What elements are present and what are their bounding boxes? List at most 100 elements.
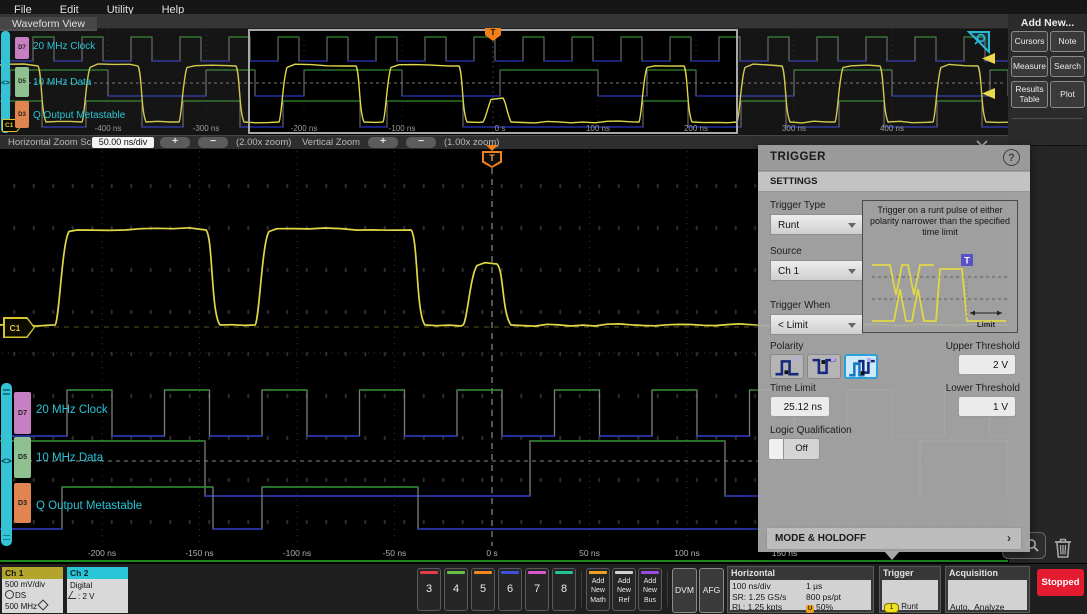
horizontal-value: SR: 1.25 GS/s — [732, 591, 787, 602]
overview-group-handle[interactable]: <> — [0, 78, 11, 87]
upper-threshold-field[interactable]: 2 V — [958, 354, 1016, 375]
zoom-overlay-icon[interactable] — [966, 29, 992, 55]
trash-icon[interactable] — [1050, 535, 1076, 561]
main-channel-badge-d5[interactable]: D5 — [14, 437, 31, 478]
channel-color-stripe — [501, 571, 519, 574]
logic-qualification-value: Off — [784, 438, 820, 460]
lower-threshold-label: Lower Threshold — [945, 383, 1020, 394]
trigger-type-dropdown[interactable]: Runt — [770, 214, 863, 235]
trigger-when-value: < Limit — [778, 320, 808, 331]
overview-time-axis-label: 0 s — [494, 124, 506, 133]
help-icon[interactable]: ? — [1003, 149, 1020, 166]
trigger-panel-title: TRIGGER — [770, 151, 826, 163]
add-new-results-table-button[interactable]: Results Table — [1011, 81, 1048, 108]
main-channel-badge-d3[interactable]: D3 — [14, 483, 31, 523]
source-dropdown[interactable]: Ch 1 — [770, 260, 863, 281]
runt-diagram-icon: T Limit — [872, 254, 1008, 329]
logic-qualification-toggle[interactable]: Off — [768, 438, 820, 460]
channel-color-stripe — [474, 571, 492, 574]
lower-threshold-field[interactable]: 1 V — [958, 396, 1016, 417]
overview-zoom-box[interactable] — [248, 29, 738, 134]
add-new-ref-button[interactable]: Add New Ref — [612, 568, 636, 611]
add-color-stripe — [641, 571, 659, 574]
overview-channel-label-d5[interactable]: 10 MHz Data — [33, 77, 91, 88]
ch2-mode: Digital — [70, 581, 93, 590]
main-channel-label-d5[interactable]: 10 MHz Data — [36, 452, 103, 464]
settings-tab-label: SETTINGS — [770, 176, 818, 187]
add-new-search-button[interactable]: Search — [1050, 56, 1085, 77]
horizontal-value: 100 ns/div — [732, 581, 771, 591]
overview-channel-label-d7[interactable]: 20 MHz Clock — [33, 41, 95, 52]
expansion-point-icon: U — [806, 605, 814, 613]
main-group-handle[interactable]: <> — [0, 456, 13, 466]
main-channel-label-d7[interactable]: 20 MHz Clock — [36, 404, 108, 416]
add-new-bus-button[interactable]: Add New Bus — [638, 568, 662, 611]
add-new-note-button[interactable]: Note — [1050, 31, 1085, 52]
main-time-axis-label: 50 ns — [579, 548, 600, 558]
channel-color-stripe — [420, 571, 438, 574]
overview-channel-badge-d5[interactable]: D5 — [15, 67, 29, 97]
channel-button-4[interactable]: 4 — [444, 568, 468, 611]
ch2-status-box[interactable]: Ch 2 Digital : 2 V — [67, 567, 128, 613]
trigger-title: Trigger — [883, 568, 914, 578]
main-time-axis-label: 150 ns — [771, 548, 798, 558]
overview-channel-badge-d3[interactable]: D3 — [15, 101, 29, 128]
mode-holdoff-section[interactable]: MODE & HOLDOFF › — [766, 527, 1022, 550]
main-time-axis-label: -100 ns — [282, 548, 312, 558]
add-new-math-button[interactable]: Add New Math — [586, 568, 610, 611]
afg-button[interactable]: AFG — [699, 568, 724, 613]
h-zoom-in-button[interactable]: + — [160, 137, 190, 148]
channel-color-stripe — [555, 571, 573, 574]
time-limit-label: Time Limit — [770, 383, 816, 394]
horizontal-status-box[interactable]: Horizontal 100 ns/div 1 µs SR: 1.25 GS/s 80… — [727, 566, 874, 613]
time-limit-field[interactable]: 25.12 ns — [770, 396, 830, 417]
overview-channel-badge-d7[interactable]: D7 — [15, 37, 29, 59]
ch2-title: Ch 2 — [67, 567, 128, 579]
v-zoom-out-button[interactable]: − — [406, 137, 436, 148]
polarity-positive-button[interactable] — [770, 354, 804, 379]
channel-button-8[interactable]: 8 — [552, 568, 576, 611]
main-channel-badge-d7[interactable]: D7 — [14, 392, 31, 434]
main-trigger-marker[interactable]: T — [481, 145, 503, 169]
stopped-badge[interactable]: Stopped — [1037, 569, 1084, 596]
channel-button-5[interactable]: 5 — [471, 568, 495, 611]
channel-number: 5 — [479, 583, 487, 595]
polarity-negative-button[interactable] — [807, 354, 841, 379]
trigger-when-dropdown[interactable]: < Limit — [770, 314, 863, 335]
add-new-measure-button[interactable]: Measure — [1011, 56, 1048, 77]
h-zoom-out-button[interactable]: − — [198, 137, 228, 148]
overview-time-axis-label: -200 ns — [290, 124, 318, 133]
add-button-label: Add New Ref — [616, 578, 631, 604]
channel-number: 8 — [560, 583, 568, 595]
panel-pointer — [884, 551, 900, 560]
coupling-icon — [5, 590, 14, 599]
horizontal-zoom-scale-input[interactable]: 50.00 ns/div — [92, 137, 154, 148]
trigger-settings-section[interactable]: SETTINGS — [758, 172, 1030, 192]
ch1-coupling: DS — [15, 591, 27, 600]
add-new-cursors-button[interactable]: Cursors — [1011, 31, 1048, 52]
horizontal-value: RL: 1.25 kpts — [732, 602, 783, 612]
channel-number: 7 — [533, 583, 541, 595]
ch1-status-box[interactable]: Ch 1 500 mV/div DS 500 MHz — [2, 567, 63, 613]
overview-channel-label-d3[interactable]: Q Output Metastable — [33, 110, 125, 121]
main-channel-label-d3[interactable]: Q Output Metastable — [36, 500, 142, 512]
channel-button-7[interactable]: 7 — [525, 568, 549, 611]
v-zoom-in-button[interactable]: + — [368, 137, 398, 148]
trigger-type-label: Trigger Type — [770, 200, 826, 211]
overview-time-axis-label: 100 ns — [585, 124, 611, 133]
channel-button-6[interactable]: 6 — [498, 568, 522, 611]
ch1-title: Ch 1 — [2, 567, 63, 579]
dvm-button[interactable]: DVM — [672, 568, 697, 613]
polarity-either-button[interactable] — [844, 354, 878, 379]
trigger-status-box[interactable]: Trigger 1 Runt < 25.12 ns U: 2 V L: 1 V — [879, 566, 941, 613]
trigger-mode: Runt — [901, 602, 919, 611]
add-button-label: Add New Bus — [642, 578, 657, 604]
upper-threshold-label: Upper Threshold — [945, 341, 1020, 352]
main-time-axis-label: -200 ns — [87, 548, 117, 558]
channel-button-3[interactable]: 3 — [417, 568, 441, 611]
acquisition-title: Acquisition — [949, 568, 998, 578]
add-new-plot-button[interactable]: Plot — [1050, 81, 1085, 108]
add-color-stripe — [615, 571, 633, 574]
trigger-source-badge: 1 — [884, 603, 899, 613]
acquisition-status-box[interactable]: Acquisition Auto, Analyze High Res: 13 b… — [945, 566, 1030, 613]
